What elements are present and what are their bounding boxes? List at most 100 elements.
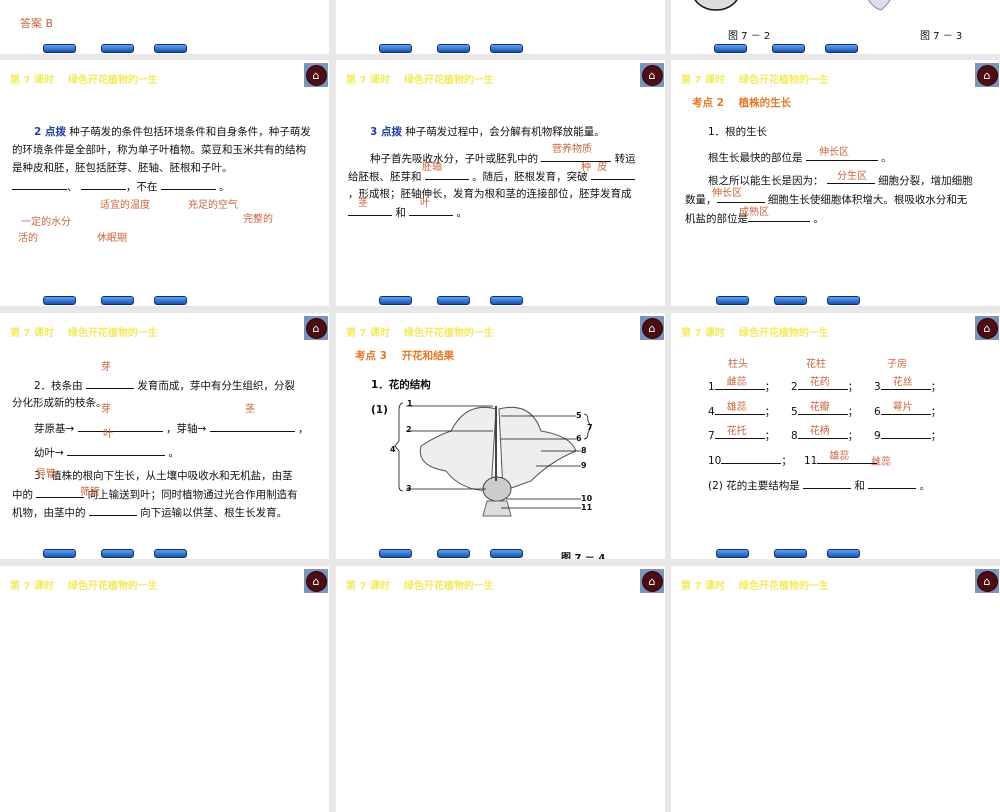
answer-item: 11 雄蕊 [804,451,878,468]
diagram-label: 2 [406,425,412,434]
text-line: ，形成根；胚轴伸长，发育为根和茎的连接部位，胚芽发育成 [348,188,632,200]
nav-button-2[interactable] [101,44,134,53]
diagram-label: 9 [581,461,587,470]
nav-button-2[interactable] [101,296,134,305]
slide-thumbnail[interactable]: 第 7 课时 绿色开花植物的一生 ⌂ 考点 3 开花和结果 1．花的结构 (1)… [336,313,665,559]
item-number: 2 [791,381,798,393]
text: 和 [851,480,869,492]
home-button[interactable]: ⌂ [304,63,328,87]
home-icon: ⌂ [312,321,320,335]
figure-caption: 图 7 － 3 [920,31,963,42]
hint-label: 3 点拨 [370,126,402,138]
item-number: 8 [791,430,798,442]
nav-button-1[interactable] [43,549,76,558]
separator: ； [847,381,859,393]
nav-button-3[interactable] [490,296,523,305]
text: 。 [219,181,230,193]
blank [80,179,126,190]
nav-button-1[interactable] [716,296,749,305]
home-button[interactable]: ⌂ [640,569,664,593]
nav-button-3[interactable] [490,44,523,53]
slide-thumbnail[interactable]: 第 7 课时 绿色开花植物的一生 ⌂ 考点 2 植株的生长 1．根的生长 根生长… [671,60,1000,306]
nav-button-1[interactable] [716,549,749,558]
nav-button-2[interactable] [101,549,134,558]
text: 给胚根、胚芽和 [348,171,425,183]
home-icon: ⌂ [312,68,320,82]
answer: 茎 [358,198,368,209]
home-icon: ⌂ [983,321,991,335]
text: ， [294,423,309,435]
blank: 花瓣 [797,402,848,415]
text: 向上输送到叶；同时植物通过光合作用制造有 [84,489,298,501]
answer: 休眠期 [97,233,127,244]
separator: ； [781,455,792,467]
slide-thumbnail[interactable]: 第 7 课时 绿色开花植物的一生 ⌂ [671,566,1000,812]
slide-thumbnail[interactable]: 第 7 课时 绿色开花植物的一生 ⌂ 2 点拨 种子萌发的条件包括环境条件和自身… [0,60,329,306]
slide-thumbnail[interactable]: 种 皮 图 7 － 2 图 7 － 3 [671,0,1000,54]
slide-thumbnail[interactable]: 第 7 课时 绿色开花植物的一生 ⌂ [0,566,329,812]
home-button[interactable]: ⌂ [640,63,664,87]
slide-title: 第 7 课时 绿色开花植物的一生 [10,581,158,592]
nav-button-3[interactable] [825,44,858,53]
home-button[interactable]: ⌂ [304,569,328,593]
diagram-label: 11 [581,503,593,512]
home-button[interactable]: ⌂ [975,316,999,340]
nav-button-1[interactable] [379,296,412,305]
text: 转运 [611,153,636,165]
slide-thumbnail[interactable]: 第 7 课时 绿色开花植物的一生 ⌂ 3 点拨 种子萌发过程中，会分解有机物释放… [336,60,665,306]
answer: 花柱 [806,359,826,370]
nav-button-2[interactable] [774,549,807,558]
answer-item: 5 花瓣 ； [791,402,858,419]
answer: 叶 [420,198,430,209]
diagram-label: 10 [581,494,593,503]
text-line: 种子萌发的条件包括环境条件和自身条件，种子萌发 [65,126,311,138]
slide-title: 第 7 课时 绿色开花植物的一生 [346,328,494,339]
section-heading: 考点 2 植株的生长 [692,97,792,109]
nav-button-1[interactable] [43,44,76,53]
nav-button-3[interactable] [154,44,187,53]
answer: 雄蕊 [829,451,850,462]
diagram-label: 8 [581,446,587,455]
home-button[interactable]: ⌂ [304,316,328,340]
nav-button-2[interactable] [774,296,807,305]
nav-button-1[interactable] [43,296,76,305]
nav-button-2[interactable] [772,44,805,53]
slide-thumbnail[interactable] [336,0,665,54]
slide-thumbnail[interactable]: 第 7 课时 绿色开花植物的一生 ⌂ 柱头 花柱 子房 雌蕊 (2) 花的主要结… [671,313,1000,559]
blank: 雄蕊 [817,451,878,464]
nav-button-2[interactable] [437,44,470,53]
answer-item: 1 雌蕊 ； [708,377,776,394]
answer: 雄蕊 [726,402,747,413]
text: ，芽轴→ [162,423,210,435]
nav-button-1[interactable] [379,549,412,558]
home-button[interactable]: ⌂ [975,569,999,593]
subheading: 1．花的结构 [371,379,431,391]
nav-button-3[interactable] [827,549,860,558]
slide-thumbnail[interactable]: 第 7 课时 绿色开花植物的一生 ⌂ [336,566,665,812]
nav-button-1[interactable] [379,44,412,53]
home-button[interactable]: ⌂ [640,316,664,340]
text: 。 [877,152,892,164]
answer: 花丝 [892,377,913,388]
slide-thumbnail[interactable]: 第 7 课时 绿色开花植物的一生 ⌂ 2．枝条由 发育而成，芽中有分生组织，分裂… [0,313,329,559]
item-number: 6 [874,406,881,418]
slide-title: 第 7 课时 绿色开花植物的一生 [681,581,829,592]
answer-item: 10 ； [708,453,792,468]
nav-button-2[interactable] [437,549,470,558]
answer: 芽 [101,362,111,373]
answer: 茎 [245,404,255,415]
slide-title: 第 7 课时 绿色开花植物的一生 [10,75,158,86]
nav-button-1[interactable] [714,44,747,53]
nav-button-3[interactable] [827,296,860,305]
answer: 活的 [18,233,38,244]
nav-button-3[interactable] [490,549,523,558]
blank: 花丝 [880,377,931,390]
slide-title: 第 7 课时 绿色开花植物的一生 [681,328,829,339]
nav-button-3[interactable] [154,296,187,305]
nav-button-2[interactable] [437,296,470,305]
separator: ； [764,381,776,393]
slide-thumbnail[interactable]: 答案 B [0,0,329,54]
home-button[interactable]: ⌂ [975,63,999,87]
nav-button-3[interactable] [154,549,187,558]
home-icon: ⌂ [983,68,991,82]
